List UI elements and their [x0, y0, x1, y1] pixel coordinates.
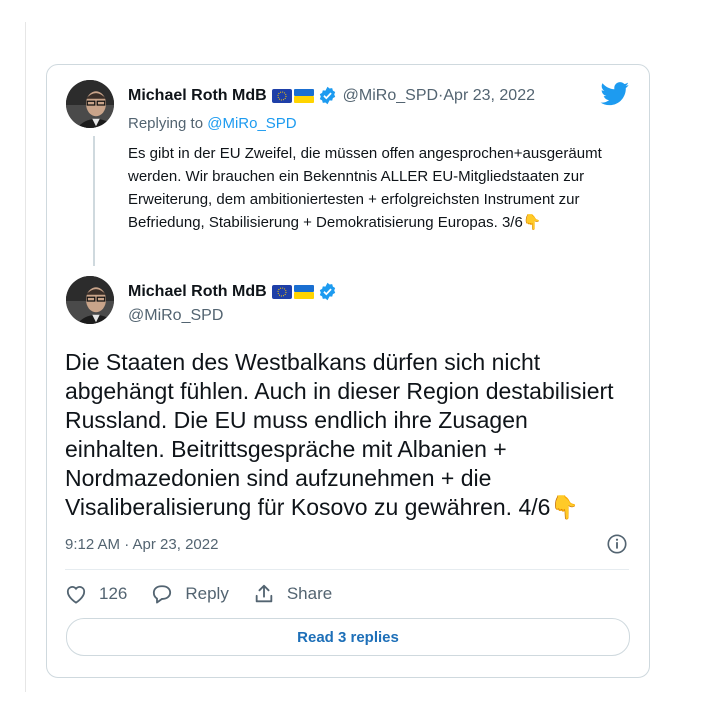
action-bar: 126 Reply Share	[65, 583, 356, 605]
author-handle[interactable]: @MiRo_SPD	[128, 307, 223, 325]
quoted-tweet-header: Michael Roth MdB @MiRo_SPD · Apr 23, 202…	[128, 86, 535, 105]
info-icon[interactable]	[606, 533, 628, 555]
pointing-down-emoji: 👇	[550, 494, 580, 520]
thread-line	[93, 136, 95, 266]
main-tweet-text: Die Staaten des Westbalkans dürfen sich …	[65, 348, 625, 522]
twitter-bird-icon[interactable]	[600, 82, 630, 106]
share-label: Share	[286, 584, 333, 603]
reply-label: Reply	[185, 584, 229, 603]
replying-to-prefix: Replying to	[128, 115, 208, 132]
replying-to: Replying to @MiRo_SPD	[128, 115, 297, 132]
main-tweet-header: Michael Roth MdB	[128, 282, 337, 301]
author-name[interactable]: Michael Roth MdB	[128, 283, 267, 301]
author-name[interactable]: Michael Roth MdB	[128, 87, 267, 105]
heart-icon	[66, 586, 86, 604]
read-replies-button[interactable]: Read 3 replies	[66, 618, 630, 656]
like-button[interactable]: 126	[65, 584, 127, 604]
verified-badge-icon	[319, 86, 335, 105]
reply-button[interactable]: Reply	[151, 584, 229, 604]
avatar[interactable]	[66, 80, 114, 128]
eu-flag-icon	[271, 88, 292, 103]
share-button[interactable]: Share	[253, 583, 332, 605]
tweet-timestamp[interactable]: 9:12 AM · Apr 23, 2022	[65, 536, 218, 553]
quoted-tweet-text: Es gibt in der EU Zweifel, die müssen of…	[128, 142, 628, 234]
page-left-rule	[25, 22, 26, 692]
like-count: 126	[99, 584, 128, 603]
main-tweet-body: Die Staaten des Westbalkans dürfen sich …	[65, 349, 614, 520]
divider	[65, 569, 629, 570]
tweet-date[interactable]: Apr 23, 2022	[443, 87, 535, 105]
avatar[interactable]	[66, 276, 114, 324]
ukraine-flag-icon	[293, 284, 314, 299]
speech-bubble-icon	[153, 585, 172, 604]
eu-flag-icon	[271, 284, 292, 299]
pointing-down-emoji: 👇	[522, 214, 542, 231]
author-handle[interactable]: @MiRo_SPD	[343, 87, 438, 105]
ukraine-flag-icon	[293, 88, 314, 103]
verified-badge-icon	[319, 282, 335, 301]
share-icon	[255, 584, 273, 603]
replying-to-handle[interactable]: @MiRo_SPD	[207, 115, 296, 132]
